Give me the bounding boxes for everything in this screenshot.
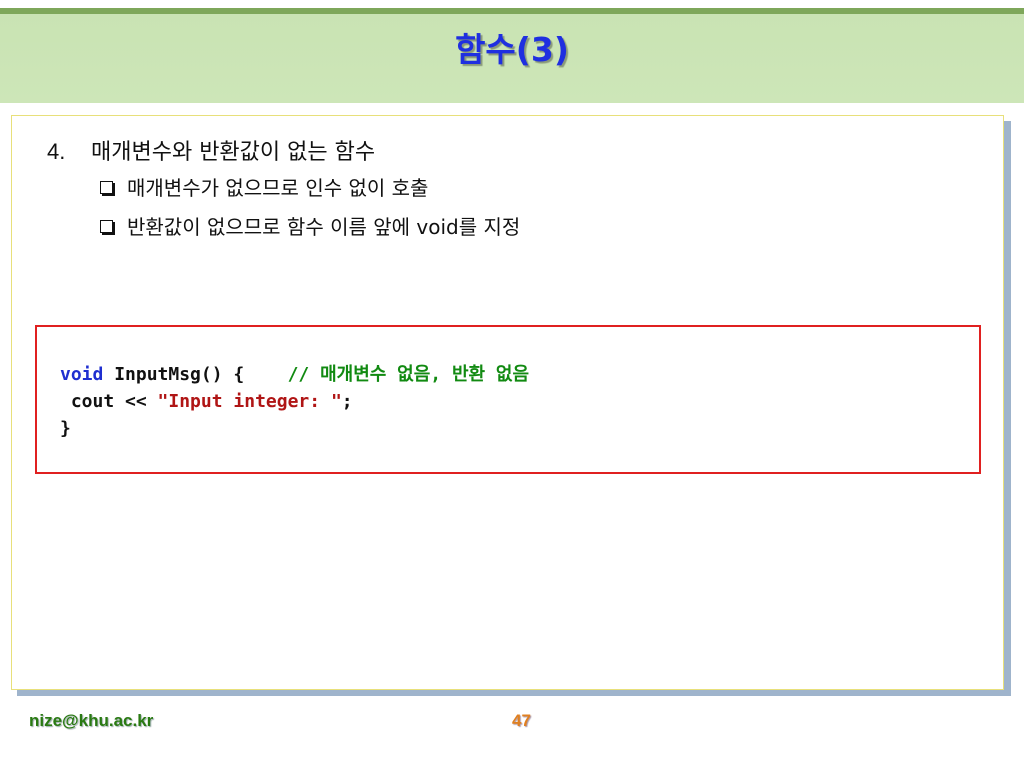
footer-email: nize@khu.ac.kr	[29, 711, 154, 730]
code-block: void InputMsg() { // 매개변수 없음, 반환 없음 cout…	[60, 361, 529, 442]
heading-number: 4.	[47, 139, 66, 164]
code-keyword: void	[60, 364, 104, 385]
code-text: cout <<	[60, 391, 158, 412]
code-text: ;	[341, 391, 353, 412]
code-string: "Input integer: "	[157, 391, 342, 412]
bullet-text: 매개변수가 없으므로 인수 없이 호출	[127, 176, 429, 200]
slide-title: 함수(3)	[455, 30, 569, 69]
heading-text: 매개변수와 반환값이 없는 함수	[91, 140, 376, 165]
bullet-text: 반환값이 없으므로 함수 이름 앞에 void를 지정	[127, 215, 521, 239]
code-comment: // 매개변수 없음, 반환 없음	[287, 364, 530, 385]
page-number: 47	[512, 711, 531, 730]
checkbox-bullet-icon	[100, 220, 113, 233]
code-text: }	[60, 418, 71, 439]
checkbox-bullet-icon	[100, 181, 113, 194]
slide: 함수(3) 4. 매개변수와 반환값이 없는 함수 매개변수가 없으므로 인수 없…	[0, 0, 1024, 768]
code-text: InputMsg() {	[103, 364, 288, 385]
section-heading: 4. 매개변수와 반환값이 없는 함수	[47, 137, 375, 168]
bullet-item: 반환값이 없으므로 함수 이름 앞에 void를 지정	[100, 213, 520, 241]
bullet-item: 매개변수가 없으므로 인수 없이 호출	[100, 174, 428, 202]
